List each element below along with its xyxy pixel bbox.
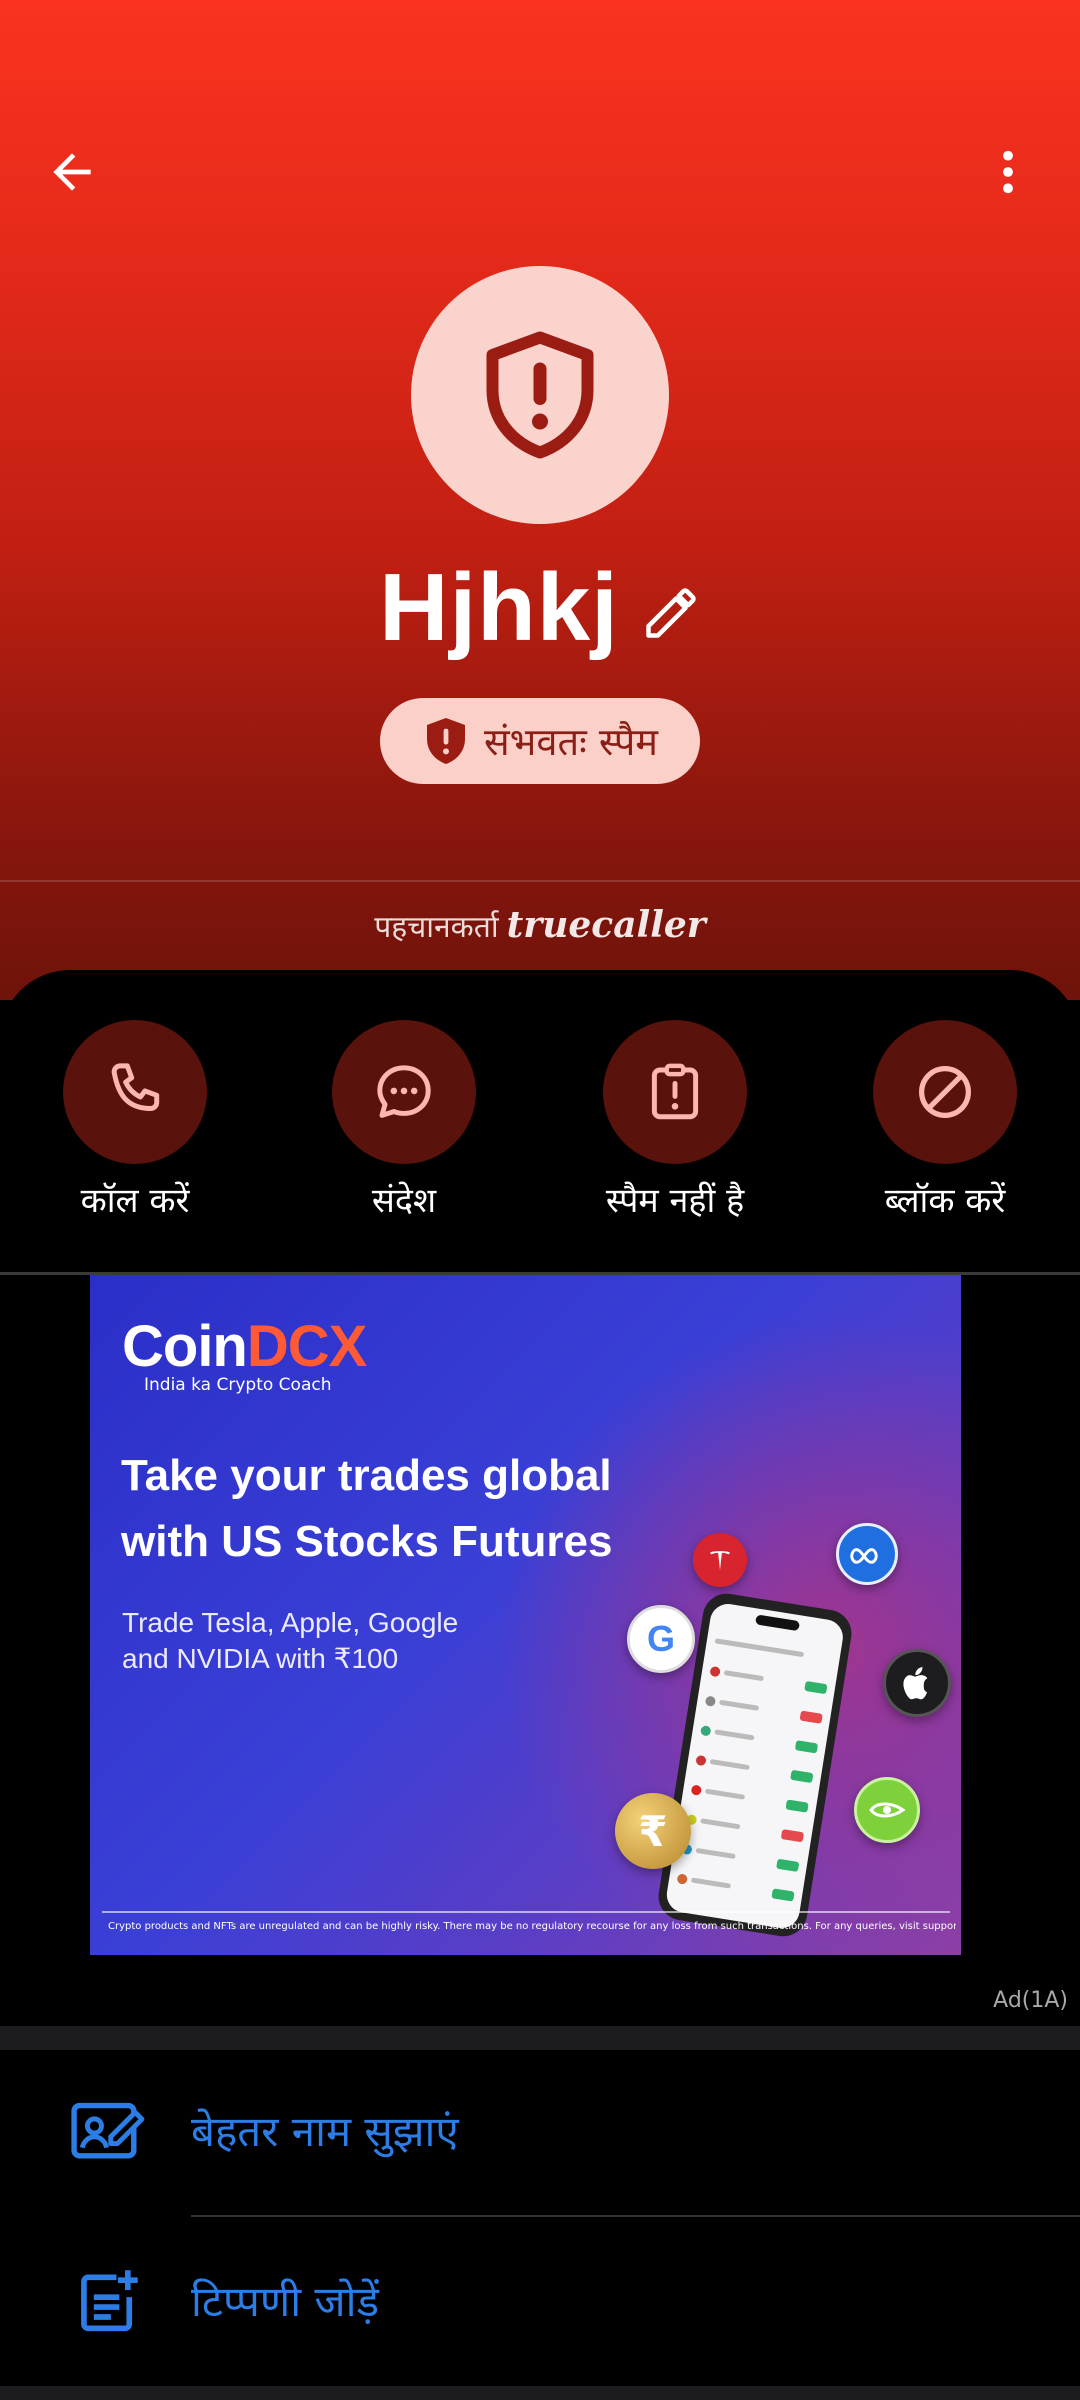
contact-name: Hjhkj	[379, 554, 619, 661]
ad-disclaimer: Crypto products and NFTs are unregulated…	[108, 1921, 956, 1932]
not-spam-action[interactable]: स्पैम नहीं है	[565, 1020, 785, 1222]
pencil-icon	[646, 588, 696, 638]
shield-alert-icon	[486, 331, 594, 459]
ad-label: Ad(1A)	[993, 1988, 1068, 2013]
spam-avatar	[411, 266, 669, 524]
ad-headline: Take your trades global with US Stocks F…	[121, 1451, 613, 1566]
rupee-coin-icon: ₹	[615, 1793, 691, 1869]
add-note-label: टिप्पणी जोड़ें	[191, 2276, 379, 2326]
list-divider	[191, 2215, 1080, 2217]
message-button[interactable]	[332, 1020, 476, 1164]
identified-by: पहचानकर्ता truecaller	[0, 900, 1080, 950]
ad-footer-divider	[102, 1911, 950, 1913]
add-note-item[interactable]: टिप्पणी जोड़ें	[0, 2230, 1080, 2370]
identified-by-label: पहचानकर्ता	[374, 909, 499, 945]
suggest-better-name-item[interactable]: बेहतर नाम सुझाएं	[0, 2060, 1080, 2200]
message-label: संदेश	[371, 1181, 437, 1221]
apple-icon	[883, 1649, 951, 1717]
not-spam-icon	[651, 1063, 699, 1120]
call-button[interactable]	[63, 1020, 207, 1164]
block-action[interactable]: ब्लॉक करें	[835, 1020, 1055, 1222]
contact-name-row: Hjhkj	[0, 548, 1080, 668]
spam-status-badge: संभवतः स्पैम	[380, 698, 700, 784]
bottom-separator	[0, 2386, 1080, 2400]
google-icon: G	[627, 1605, 695, 1673]
ad-subtext: Trade Tesla, Apple, Google and NVIDIA wi…	[122, 1607, 459, 1674]
call-label: कॉल करें	[80, 1181, 190, 1221]
tesla-icon	[693, 1533, 747, 1587]
message-action[interactable]: संदेश	[294, 1020, 514, 1222]
edit-name-icon[interactable]	[641, 583, 701, 643]
block-label: ब्लॉक करें	[884, 1181, 1006, 1221]
block-icon	[919, 1066, 971, 1118]
meta-icon	[836, 1523, 898, 1585]
advertisement-banner[interactable]: CoinDCX India ka Crypto Coach Take your …	[90, 1275, 961, 1955]
nvidia-icon	[854, 1777, 920, 1843]
not-spam-label: स्पैम नहीं है	[605, 1181, 745, 1221]
message-icon	[377, 1065, 431, 1118]
call-action[interactable]: कॉल करें	[25, 1020, 245, 1222]
spam-status-label: संभवतः स्पैम	[483, 720, 659, 764]
ad-tagline: India ka Crypto Coach	[144, 1375, 332, 1395]
not-spam-button[interactable]	[603, 1020, 747, 1164]
add-note-icon	[68, 2260, 148, 2340]
quick-actions-panel: कॉल करें संदेश स्पैम नहीं है ब्लॉक करें	[0, 970, 1080, 1275]
block-button[interactable]	[873, 1020, 1017, 1164]
section-separator	[0, 2026, 1080, 2050]
phone-icon	[111, 1063, 160, 1111]
shield-alert-small-icon	[426, 718, 465, 764]
arrow-back-icon	[53, 153, 91, 191]
suggest-name-icon	[68, 2090, 148, 2170]
suggest-name-label: बेहतर नाम सुझाएं	[191, 2106, 459, 2156]
truecaller-logo: truecaller	[506, 904, 706, 946]
more-vert-icon	[1003, 150, 1013, 194]
back-button[interactable]	[30, 130, 114, 214]
hero-divider	[0, 880, 1080, 882]
more-options-button[interactable]	[966, 130, 1050, 214]
coindcx-logo: CoinDCX	[122, 1314, 367, 1379]
